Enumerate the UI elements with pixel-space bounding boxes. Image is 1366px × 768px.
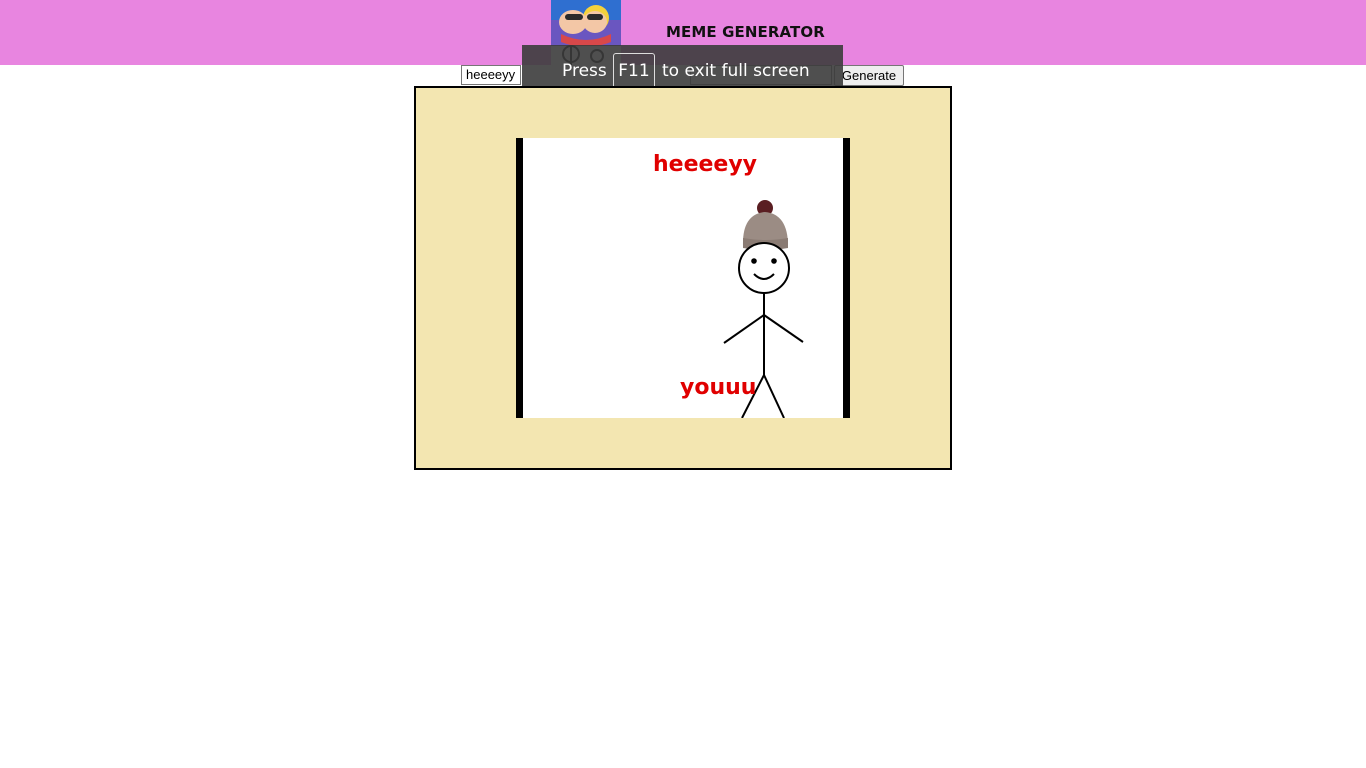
toast-press-text: Press bbox=[562, 61, 607, 81]
meme-bottom-text: youuu bbox=[680, 375, 757, 400]
page-title: MEME GENERATOR bbox=[666, 23, 825, 41]
top-text-input[interactable]: heeeeyy bbox=[461, 65, 521, 85]
toast-message: to exit full screen bbox=[662, 61, 810, 81]
meme-top-text: heeeeyy bbox=[653, 152, 758, 177]
meme-image: heeeeyy youuu bbox=[516, 138, 850, 418]
generate-button[interactable]: Generate bbox=[834, 65, 904, 86]
toast-key-badge: F11 bbox=[613, 53, 655, 90]
